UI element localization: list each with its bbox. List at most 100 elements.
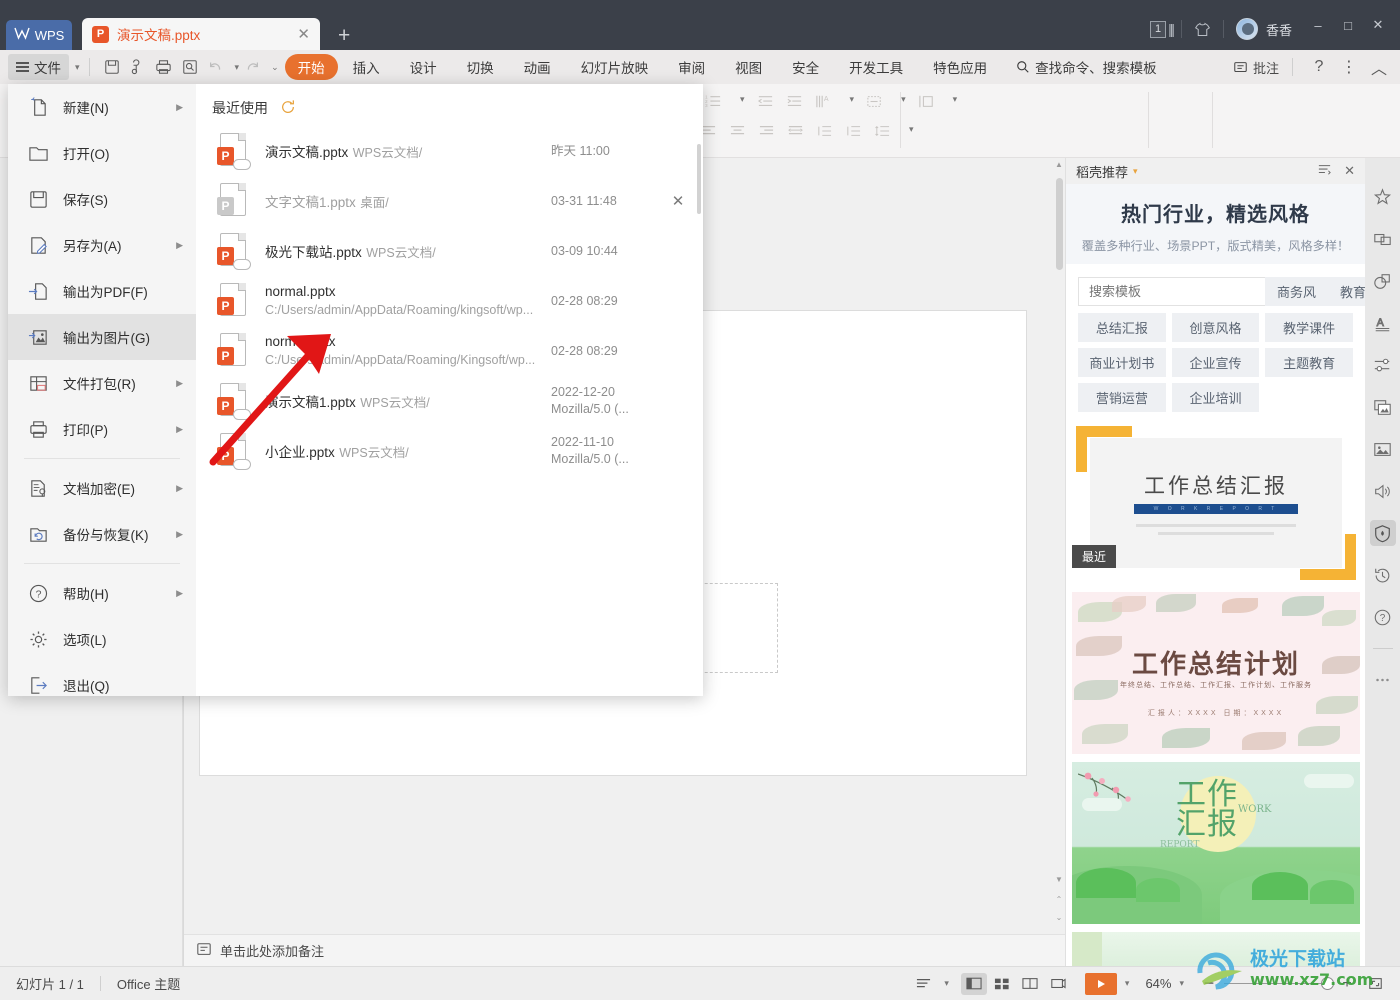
justify-icon[interactable] [787,124,804,143]
text-direction-icon[interactable]: A [815,94,832,114]
collapse-ribbon-button[interactable]: ︿ [1366,56,1392,78]
shield-icon[interactable] [1369,520,1396,546]
line-spacing-increase-icon[interactable] [845,124,862,143]
outline-lines-icon[interactable] [910,973,936,995]
tag-creative-style[interactable]: 创意风格 [1171,313,1260,342]
zoom-level-label[interactable]: 64% [1145,976,1171,991]
tag-theme-education[interactable]: 主题教育 [1265,348,1353,377]
normal-view-icon[interactable] [960,972,987,995]
increase-indent-icon[interactable] [786,94,803,114]
recent-file-row[interactable]: P 文字文稿1.pptx 桌面/ 03-31 11:48 ✕ [206,176,693,226]
file-menu-item-open[interactable]: 打开(O) [8,130,196,176]
image-group-icon[interactable] [1370,394,1396,420]
line-spacing-dropdown-icon[interactable]: ▾ [909,124,914,143]
zoom-slider[interactable] [1224,977,1334,990]
ribbon-tab-view[interactable]: 视图 [720,57,777,77]
ribbon-tab-start[interactable]: 开始 [284,54,338,80]
vertical-scrollbar[interactable]: ▲ ▼ ⌃ ⌄ [1053,158,1065,934]
slide-sorter-icon[interactable] [989,973,1015,995]
view-options-dropdown-icon[interactable]: ▾ [944,978,949,989]
ribbon-tab-security[interactable]: 安全 [777,57,834,77]
align-text-icon[interactable] [866,94,883,114]
play-slideshow-button[interactable] [1084,972,1117,995]
file-menu-item-save[interactable]: 保存(S) [8,176,196,222]
scroll-up-icon[interactable]: ▲ [1053,160,1065,173]
scrollbar-thumb[interactable] [1056,178,1063,270]
minimize-button[interactable]: – [1304,14,1332,36]
align-right-icon[interactable] [758,124,775,143]
line-spacing-decrease-icon[interactable] [816,124,833,143]
template-card-2[interactable]: 工作总结计划 年终总结、工作总结、工作汇报、工作计划、工作服务 汇报人：XXXX… [1072,592,1360,754]
theme-label[interactable]: Office 主题 [101,974,196,993]
recent-file-row[interactable]: P 演示文稿.pptx WPS云文档/ 昨天 11:00 ✕ [206,126,693,176]
align-center-icon[interactable] [729,124,746,143]
presenter-view-icon[interactable] [1045,973,1071,995]
recent-file-row[interactable]: P 演示文稿1.pptx WPS云文档/ 2022-12-20 Mozilla/… [206,376,693,426]
ribbon-tab-design[interactable]: 设计 [395,57,452,77]
tag-enterprise-promo[interactable]: 企业宣传 [1171,348,1260,377]
save-quick-icon[interactable] [99,54,125,80]
recent-file-row[interactable]: P normal.pptx C:/Users/admin/AppData/Roa… [206,326,693,376]
template-search-row[interactable]: 商务风 教育教学 [1078,277,1365,306]
refresh-icon[interactable] [280,99,296,118]
search-command-box[interactable]: 查找命令、搜索模板 [1016,57,1157,77]
ribbon-tab-transition[interactable]: 切换 [452,57,509,77]
ribbon-tab-devtools[interactable]: 开发工具 [834,57,918,77]
tag-summary-report[interactable]: 总结汇报 [1078,313,1166,342]
duplicate-slide-icon[interactable] [1370,226,1396,252]
file-menu-button[interactable]: 文件 [8,54,69,80]
comment-button[interactable]: 批注 [1233,58,1279,77]
play-options-dropdown-icon[interactable]: ▾ [1125,978,1130,989]
template-card-1[interactable]: 工作总结汇报 W O R K R E P O R T 最近 [1072,422,1360,584]
file-menu-item-export-pdf[interactable]: 输出为PDF(F) [8,268,196,314]
columns-icon[interactable] [918,94,935,114]
fit-screen-icon[interactable] [1362,973,1388,995]
maximize-button[interactable]: □ [1334,14,1362,36]
redo-icon[interactable] [239,54,265,80]
skin-tshirt-icon[interactable] [1182,21,1223,38]
file-menu-item-save-as[interactable]: 另存为(A) ▶ [8,222,196,268]
file-menu-item-encrypt[interactable]: 文档加密(E) ▶ [8,465,196,511]
ribbon-tab-review[interactable]: 审阅 [663,57,720,77]
document-tab[interactable]: P 演示文稿.pptx ✕ [82,18,320,50]
filter-icon[interactable] [1317,163,1332,179]
template-search-input[interactable] [1079,284,1265,299]
history-icon[interactable] [1370,562,1396,588]
zoom-slider-knob[interactable] [1321,977,1334,990]
cloud-sync-icon[interactable] [125,54,151,80]
tag-enterprise-training[interactable]: 企业培训 [1171,383,1260,412]
align-text-dropdown-icon[interactable]: ▾ [901,94,906,114]
magic-star-icon[interactable] [1370,184,1396,210]
tag-marketing[interactable]: 营销运营 [1078,383,1166,412]
template-card-3[interactable]: 工作汇报 WORK REPORT [1072,762,1360,924]
recent-list-scrollbar[interactable] [697,144,701,214]
zoom-in-button[interactable]: + [1334,973,1360,995]
close-icon[interactable]: ✕ [1344,163,1355,179]
speaker-icon[interactable] [1370,478,1396,504]
template-card-4[interactable] [1072,932,1360,966]
shapes-icon[interactable] [1370,268,1396,294]
line-spacing-icon[interactable] [874,124,891,143]
quick-access-more-icon[interactable]: ⌄ [271,62,279,73]
chevron-down-icon[interactable]: ▾ [1133,166,1138,177]
file-menu-item-package[interactable]: 文件打包(R) ▶ [8,360,196,406]
remove-recent-icon[interactable]: ✕ [663,192,693,210]
user-account[interactable]: 香香 [1224,18,1304,40]
print-quick-icon[interactable] [151,54,177,80]
zoom-dropdown-icon[interactable]: ▾ [1179,978,1184,989]
undo-icon[interactable] [203,54,229,80]
file-menu-item-export-image[interactable]: 输出为图片(G) [8,314,196,360]
next-slide-icon[interactable]: ⌄ [1053,913,1065,926]
window-count-indicator[interactable]: 1 ||| [1142,20,1181,38]
file-menu-item-options[interactable]: 选项(L) [8,616,196,662]
notes-bar[interactable]: 单击此处添加备注 [184,934,1065,966]
numbered-list-icon[interactable]: 123 [705,94,722,114]
recent-file-row[interactable]: P normal.pptx C:/Users/admin/AppData/Roa… [206,276,693,326]
zoom-out-button[interactable]: − [1196,973,1222,995]
scroll-down-icon[interactable]: ▼ [1053,875,1065,888]
file-menu-item-print[interactable]: 打印(P) ▶ [8,406,196,452]
decrease-indent-icon[interactable] [757,94,774,114]
search-tag-education[interactable]: 教育教学 [1328,277,1365,306]
close-icon[interactable]: ✕ [297,25,310,43]
tag-business-plan[interactable]: 商业计划书 [1078,348,1166,377]
